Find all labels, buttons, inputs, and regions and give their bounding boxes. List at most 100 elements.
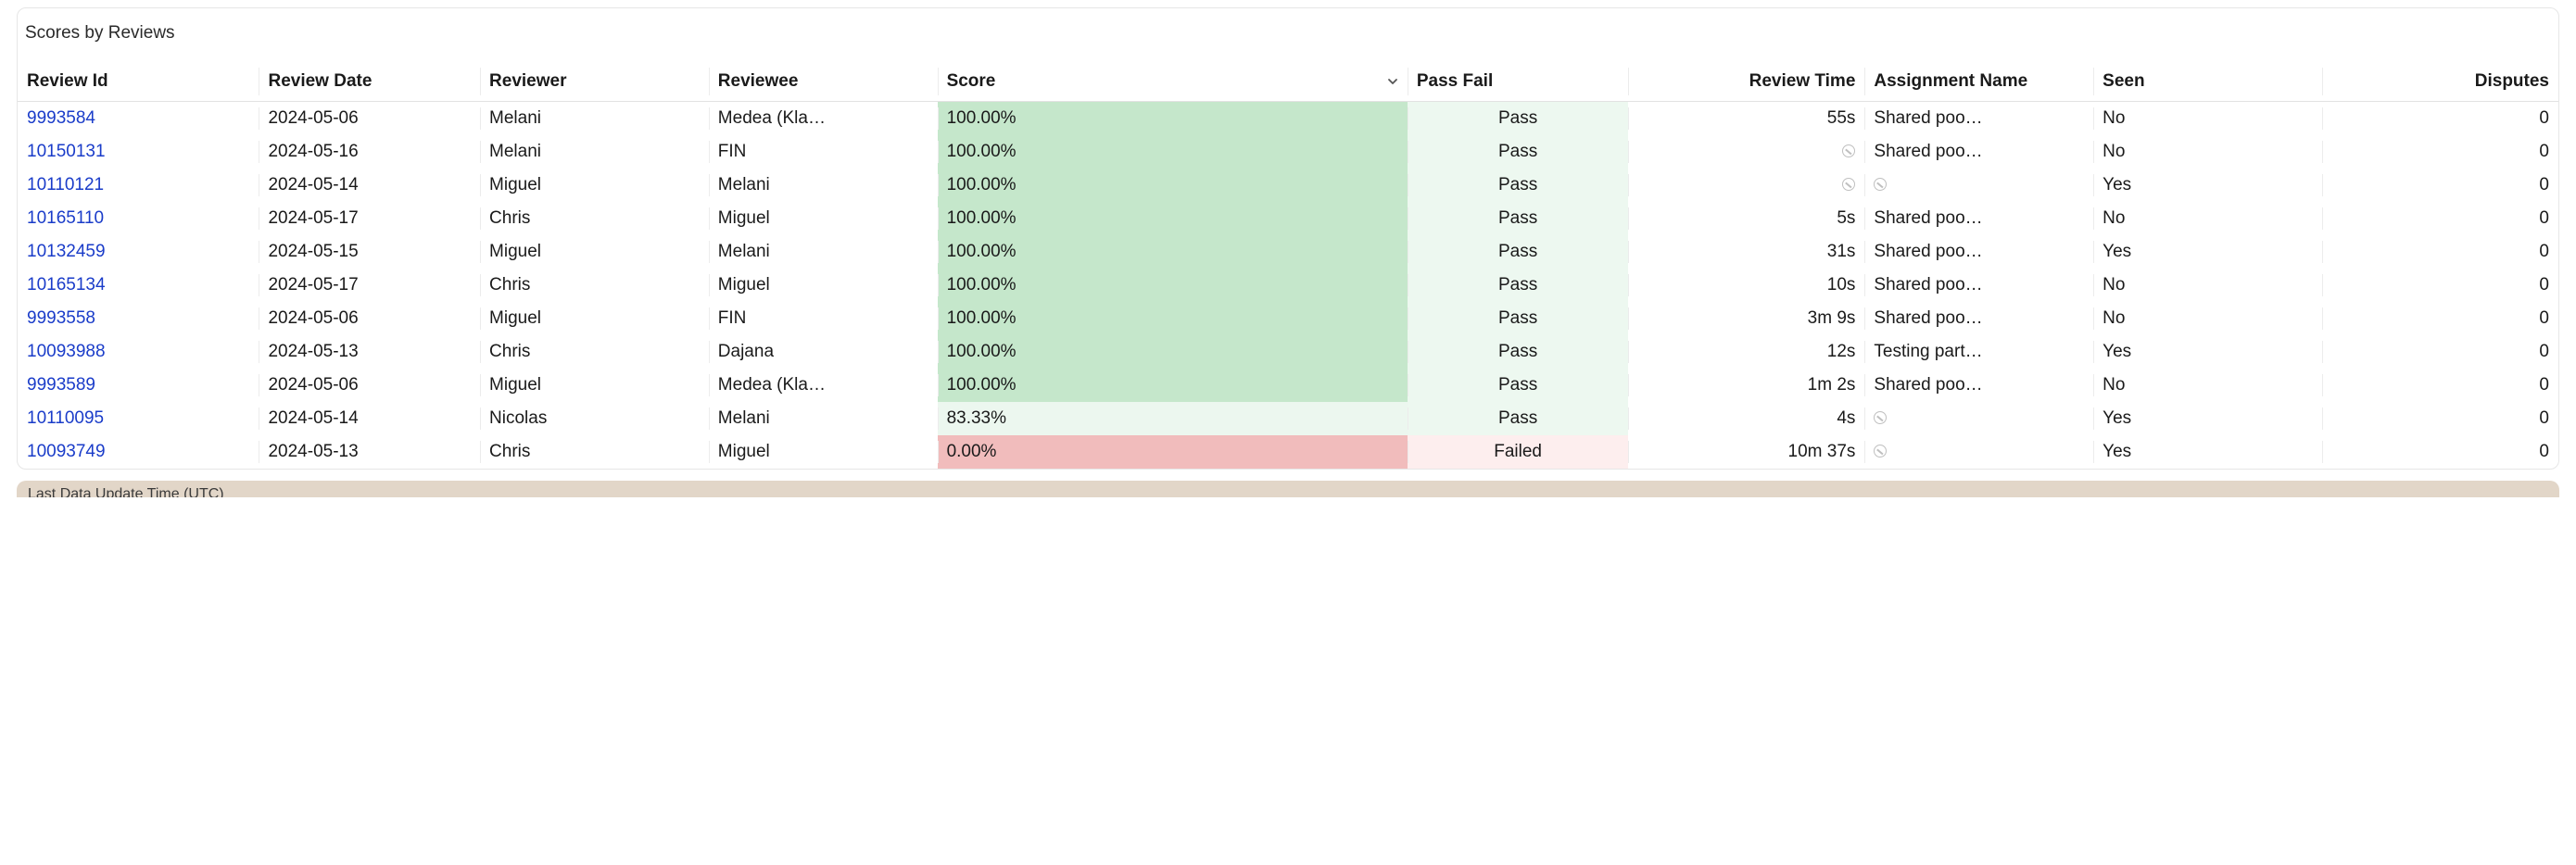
review-id-cell: 9993558: [18, 302, 259, 335]
col-reviewer[interactable]: Reviewer: [480, 62, 709, 102]
reviewer-cell: Miguel: [480, 302, 709, 335]
pass-fail-cell: Pass: [1408, 235, 1629, 269]
reviewer-cell: Miguel: [480, 169, 709, 202]
seen-cell: Yes: [2093, 335, 2322, 369]
null-icon: [1874, 178, 1887, 191]
col-assignment-name[interactable]: Assignment Name: [1864, 62, 2093, 102]
score-cell: 100.00%: [938, 202, 1408, 235]
col-review-date[interactable]: Review Date: [259, 62, 480, 102]
review-id-cell: 10165110: [18, 202, 259, 235]
review-id-link[interactable]: 10093988: [27, 342, 106, 361]
review-time-cell: 5s: [1628, 202, 1864, 235]
reviewer-cell: Melani: [480, 135, 709, 169]
review-id-link[interactable]: 10150131: [27, 142, 106, 161]
review-date-cell: 2024-05-16: [259, 135, 480, 169]
review-time-cell: 12s: [1628, 335, 1864, 369]
col-seen[interactable]: Seen: [2093, 62, 2322, 102]
table-row: 100937492024-05-13ChrisMiguel0.00%Failed…: [18, 435, 2558, 469]
review-time-cell: 31s: [1628, 235, 1864, 269]
card-title: Scores by Reviews: [18, 8, 2558, 62]
score-cell: 100.00%: [938, 135, 1408, 169]
assignment-cell: Shared poo…: [1864, 135, 2093, 169]
table-row: 99935842024-05-06MelaniMedea (Kla…100.00…: [18, 102, 2558, 136]
col-label: Assignment Name: [1874, 71, 2027, 91]
chevron-down-icon: [1387, 75, 1398, 90]
reviewer-cell: Chris: [480, 202, 709, 235]
review-id-link[interactable]: 10165134: [27, 275, 106, 295]
reviewer-cell: Chris: [480, 435, 709, 469]
review-time-cell: 3m 9s: [1628, 302, 1864, 335]
disputes-cell: 0: [2322, 235, 2558, 269]
review-id-link[interactable]: 9993589: [27, 375, 95, 395]
null-icon: [1842, 178, 1855, 191]
disputes-cell: 0: [2322, 269, 2558, 302]
score-cell: 0.00%: [938, 435, 1408, 469]
review-id-cell: 10150131: [18, 135, 259, 169]
review-id-cell: 10132459: [18, 235, 259, 269]
reviewee-cell: FIN: [709, 302, 938, 335]
disputes-cell: 0: [2322, 202, 2558, 235]
review-id-cell: 10110121: [18, 169, 259, 202]
reviewer-cell: Chris: [480, 335, 709, 369]
col-label: Reviewee: [718, 71, 799, 91]
review-id-link[interactable]: 9993558: [27, 308, 95, 328]
reviewee-cell: Miguel: [709, 202, 938, 235]
seen-cell: Yes: [2093, 402, 2322, 435]
reviewee-cell: Miguel: [709, 435, 938, 469]
col-review-id[interactable]: Review Id: [18, 62, 259, 102]
pass-fail-cell: Pass: [1408, 402, 1629, 435]
review-time-cell: [1628, 169, 1864, 202]
table-row: 101324592024-05-15MiguelMelani100.00%Pas…: [18, 235, 2558, 269]
reviewee-cell: Miguel: [709, 269, 938, 302]
review-id-link[interactable]: 10132459: [27, 242, 106, 261]
disputes-cell: 0: [2322, 369, 2558, 402]
col-reviewee[interactable]: Reviewee: [709, 62, 938, 102]
seen-cell: Yes: [2093, 169, 2322, 202]
assignment-cell: Shared poo…: [1864, 302, 2093, 335]
last-update-card: Last Data Update Time (UTC): [17, 481, 2559, 497]
table-row: 101100952024-05-14NicolasMelani83.33%Pas…: [18, 402, 2558, 435]
col-label: Reviewer: [489, 71, 566, 91]
review-id-link[interactable]: 10093749: [27, 442, 106, 461]
score-cell: 100.00%: [938, 269, 1408, 302]
col-label: Seen: [2102, 71, 2144, 91]
seen-cell: Yes: [2093, 235, 2322, 269]
score-cell: 83.33%: [938, 402, 1408, 435]
score-cell: 100.00%: [938, 102, 1408, 136]
reviewer-cell: Miguel: [480, 235, 709, 269]
assignment-cell: Shared poo…: [1864, 269, 2093, 302]
table-row: 101651342024-05-17ChrisMiguel100.00%Pass…: [18, 269, 2558, 302]
reviewee-cell: Medea (Kla…: [709, 102, 938, 136]
col-disputes[interactable]: Disputes: [2322, 62, 2558, 102]
col-label: Disputes: [2475, 71, 2549, 91]
col-label: Pass Fail: [1417, 71, 1493, 91]
reviewee-cell: Melani: [709, 235, 938, 269]
table-row: 99935582024-05-06MiguelFIN100.00%Pass3m …: [18, 302, 2558, 335]
col-pass-fail[interactable]: Pass Fail: [1408, 62, 1629, 102]
seen-cell: No: [2093, 269, 2322, 302]
pass-fail-cell: Pass: [1408, 369, 1629, 402]
review-id-link[interactable]: 9993584: [27, 108, 95, 128]
pass-fail-cell: Pass: [1408, 102, 1629, 136]
review-id-link[interactable]: 10110095: [27, 408, 104, 428]
col-review-time[interactable]: Review Time: [1628, 62, 1864, 102]
reviewer-cell: Nicolas: [480, 402, 709, 435]
score-cell: 100.00%: [938, 235, 1408, 269]
seen-cell: No: [2093, 135, 2322, 169]
reviewer-cell: Melani: [480, 102, 709, 136]
null-icon: [1874, 411, 1887, 424]
review-id-cell: 10165134: [18, 269, 259, 302]
pass-fail-cell: Pass: [1408, 335, 1629, 369]
assignment-cell: Shared poo…: [1864, 235, 2093, 269]
review-time-cell: [1628, 135, 1864, 169]
review-id-cell: 9993589: [18, 369, 259, 402]
review-id-link[interactable]: 10110121: [27, 175, 104, 194]
col-label: Review Date: [268, 71, 372, 91]
pass-fail-cell: Failed: [1408, 435, 1629, 469]
review-id-cell: 10093988: [18, 335, 259, 369]
col-score[interactable]: Score: [938, 62, 1408, 102]
review-date-cell: 2024-05-06: [259, 302, 480, 335]
review-id-cell: 10110095: [18, 402, 259, 435]
review-id-link[interactable]: 10165110: [27, 208, 104, 228]
review-date-cell: 2024-05-06: [259, 369, 480, 402]
